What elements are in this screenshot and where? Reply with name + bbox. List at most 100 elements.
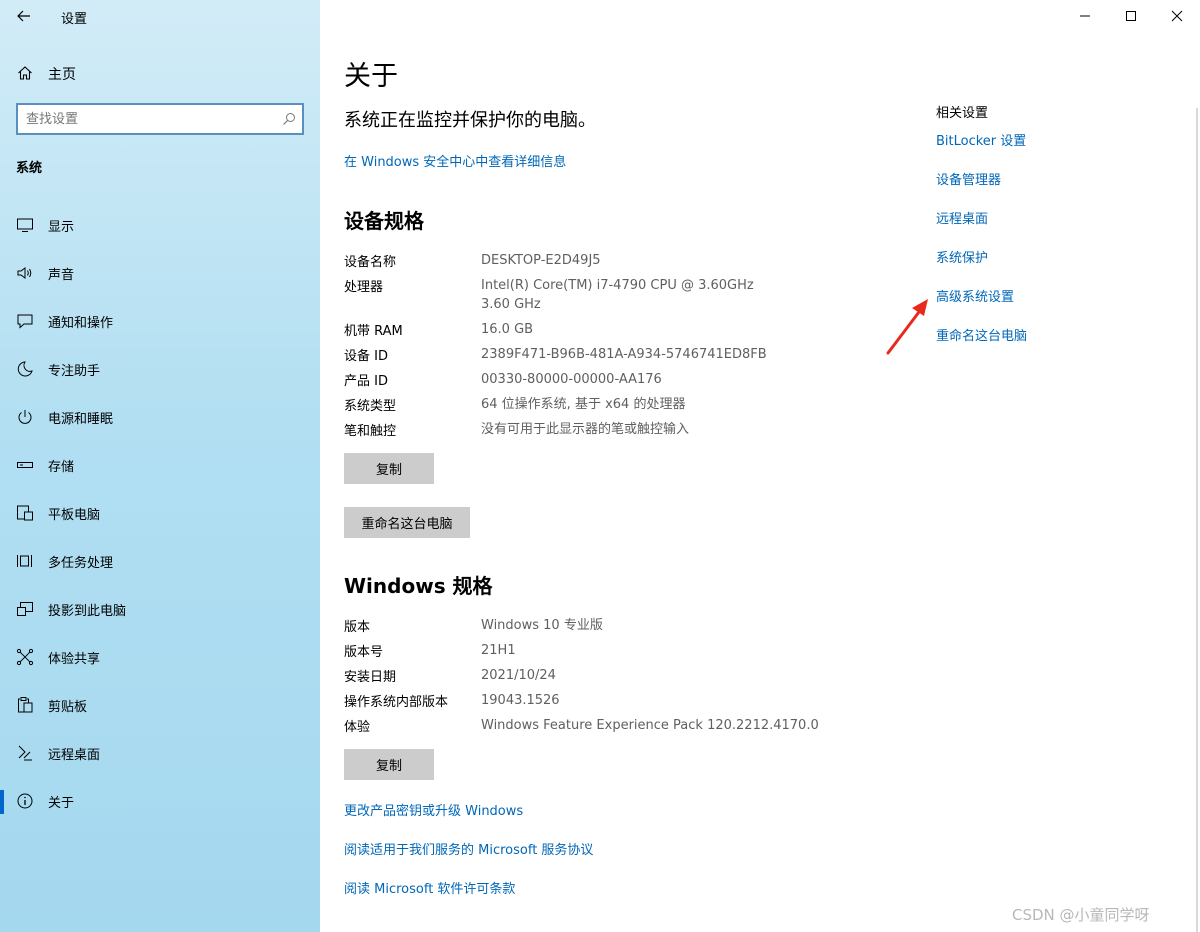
spec-value: 21H1 — [481, 643, 516, 658]
share-icon — [16, 648, 34, 666]
sidebar: 设置 主页 系统 显示 声音 通知和操作 专注助手 电源和睡眠 — [0, 0, 320, 932]
speaker-icon — [17, 267, 32, 279]
nav-list: 显示 声音 通知和操作 专注助手 电源和睡眠 存储 平板电脑 多任务处理 投影到… — [0, 204, 320, 828]
info-icon — [17, 793, 33, 809]
spec-value: Windows Feature Experience Pack 120.2212… — [481, 718, 819, 733]
sidebar-item-power[interactable]: 电源和睡眠 — [0, 396, 320, 444]
spec-key: 笔和触控 — [344, 424, 397, 439]
sidebar-item-display[interactable]: 显示 — [0, 204, 320, 252]
windows-spec-heading: Windows 规格 — [344, 574, 493, 598]
red-arrow-annotation — [886, 299, 928, 355]
back-button[interactable] — [8, 4, 40, 28]
sidebar-item-about[interactable]: 关于 — [0, 780, 320, 828]
search-input[interactable] — [26, 109, 276, 129]
sidebar-item-remote-desktop[interactable]: 远程桌面 — [0, 732, 320, 780]
title-bar: 设置 — [0, 0, 320, 32]
home-icon — [18, 66, 32, 80]
storage-icon — [17, 462, 33, 468]
spec-value: 没有可用于此显示器的笔或触控输入 — [481, 422, 690, 437]
sidebar-item-shared-experiences[interactable]: 体验共享 — [0, 636, 320, 684]
sidebar-item-label: 剪贴板 — [48, 700, 88, 715]
rename-pc-button[interactable]: 重命名这台电脑 — [344, 507, 470, 538]
spec-key: 版本号 — [344, 645, 384, 660]
spec-key: 安装日期 — [344, 670, 397, 685]
tablet-icon — [17, 505, 33, 521]
sidebar-item-clipboard[interactable]: 剪贴板 — [0, 684, 320, 732]
sidebar-item-home[interactable]: 主页 — [0, 58, 320, 88]
copy-windows-specs-button[interactable]: 复制 — [344, 749, 434, 780]
spec-key: 体验 — [344, 720, 371, 735]
sidebar-item-label: 投影到此电脑 — [48, 604, 127, 619]
section-title: 系统 — [16, 161, 43, 176]
sidebar-item-label: 专注助手 — [48, 364, 101, 379]
selection-indicator — [0, 790, 4, 814]
back-arrow-icon — [17, 10, 30, 22]
sidebar-item-label: 关于 — [48, 796, 75, 811]
project-icon — [17, 602, 33, 616]
sidebar-item-storage[interactable]: 存储 — [0, 444, 320, 492]
spec-value: 64 位操作系统, 基于 x64 的处理器 — [481, 397, 686, 412]
spec-key: 产品 ID — [344, 374, 388, 389]
spec-key: 机带 RAM — [344, 324, 403, 339]
spec-key: 操作系统内部版本 — [344, 695, 449, 710]
protection-status: 系统正在监控并保护你的电脑。 — [344, 110, 596, 131]
notification-icon — [17, 314, 33, 329]
search-icon[interactable] — [282, 112, 296, 126]
watermark: CSDN @小童同学呀 — [1012, 906, 1150, 924]
sidebar-item-focus-assist[interactable]: 专注助手 — [0, 348, 320, 396]
service-agreement-link[interactable]: 阅读适用于我们服务的 Microsoft 服务协议 — [344, 839, 593, 858]
sidebar-item-label: 多任务处理 — [48, 556, 114, 571]
spec-key: 版本 — [344, 620, 371, 635]
power-icon — [18, 410, 32, 424]
advanced-system-settings-link[interactable]: 高级系统设置 — [936, 286, 1014, 305]
multitask-icon — [17, 555, 32, 567]
spec-value: 19043.1526 — [481, 693, 560, 708]
bitlocker-settings-link[interactable]: BitLocker 设置 — [936, 130, 1026, 149]
copy-device-specs-button[interactable]: 复制 — [344, 453, 434, 484]
moon-icon — [17, 361, 33, 377]
spec-key: 系统类型 — [344, 399, 397, 414]
clipboard-icon — [18, 697, 33, 713]
rename-this-pc-link[interactable]: 重命名这台电脑 — [936, 325, 1027, 344]
close-button[interactable] — [1154, 0, 1200, 32]
license-terms-link[interactable]: 阅读 Microsoft 软件许可条款 — [344, 878, 515, 897]
sidebar-item-notifications[interactable]: 通知和操作 — [0, 300, 320, 348]
sidebar-item-sound[interactable]: 声音 — [0, 252, 320, 300]
spec-value: 2389F471-B96B-481A-A934-5746741ED8FB — [481, 347, 767, 362]
page-title: 关于 — [344, 61, 398, 92]
sidebar-item-project[interactable]: 投影到此电脑 — [0, 588, 320, 636]
sidebar-item-label: 存储 — [48, 460, 75, 475]
spec-value: Intel(R) Core(TM) i7-4790 CPU @ 3.60GHz … — [481, 278, 754, 312]
device-manager-link[interactable]: 设备管理器 — [936, 169, 1001, 188]
sidebar-item-label: 电源和睡眠 — [48, 412, 114, 427]
close-icon — [1171, 10, 1183, 22]
spec-value: 2021/10/24 — [481, 668, 556, 683]
maximize-icon — [1126, 11, 1136, 21]
system-protection-link[interactable]: 系统保护 — [936, 247, 988, 266]
remote-icon — [18, 745, 32, 761]
scrollbar[interactable] — [1196, 108, 1198, 932]
search-box — [16, 103, 304, 135]
minimize-button[interactable] — [1062, 0, 1108, 32]
display-icon — [17, 218, 33, 232]
spec-value: DESKTOP-E2D49J5 — [481, 253, 601, 268]
spec-value: 00330-80000-00000-AA176 — [481, 372, 662, 387]
sidebar-item-label: 平板电脑 — [48, 508, 101, 523]
sidebar-item-label: 通知和操作 — [48, 316, 114, 331]
spec-key: 设备 ID — [344, 349, 388, 364]
change-product-key-link[interactable]: 更改产品密钥或升级 Windows — [344, 800, 523, 819]
related-settings-title: 相关设置 — [936, 106, 989, 121]
device-spec-heading: 设备规格 — [344, 209, 424, 233]
maximize-button[interactable] — [1108, 0, 1154, 32]
sidebar-item-label: 体验共享 — [48, 652, 101, 667]
spec-key: 处理器 — [344, 280, 384, 295]
spec-value: 16.0 GB — [481, 322, 534, 337]
security-center-link[interactable]: 在 Windows 安全中心中查看详细信息 — [344, 151, 566, 170]
sidebar-item-tablet[interactable]: 平板电脑 — [0, 492, 320, 540]
spec-value: Windows 10 专业版 — [481, 618, 603, 633]
minimize-icon — [1080, 15, 1090, 17]
home-label: 主页 — [48, 67, 76, 83]
remote-desktop-link[interactable]: 远程桌面 — [936, 208, 988, 227]
sidebar-item-multitasking[interactable]: 多任务处理 — [0, 540, 320, 588]
sidebar-item-label: 声音 — [48, 268, 75, 283]
